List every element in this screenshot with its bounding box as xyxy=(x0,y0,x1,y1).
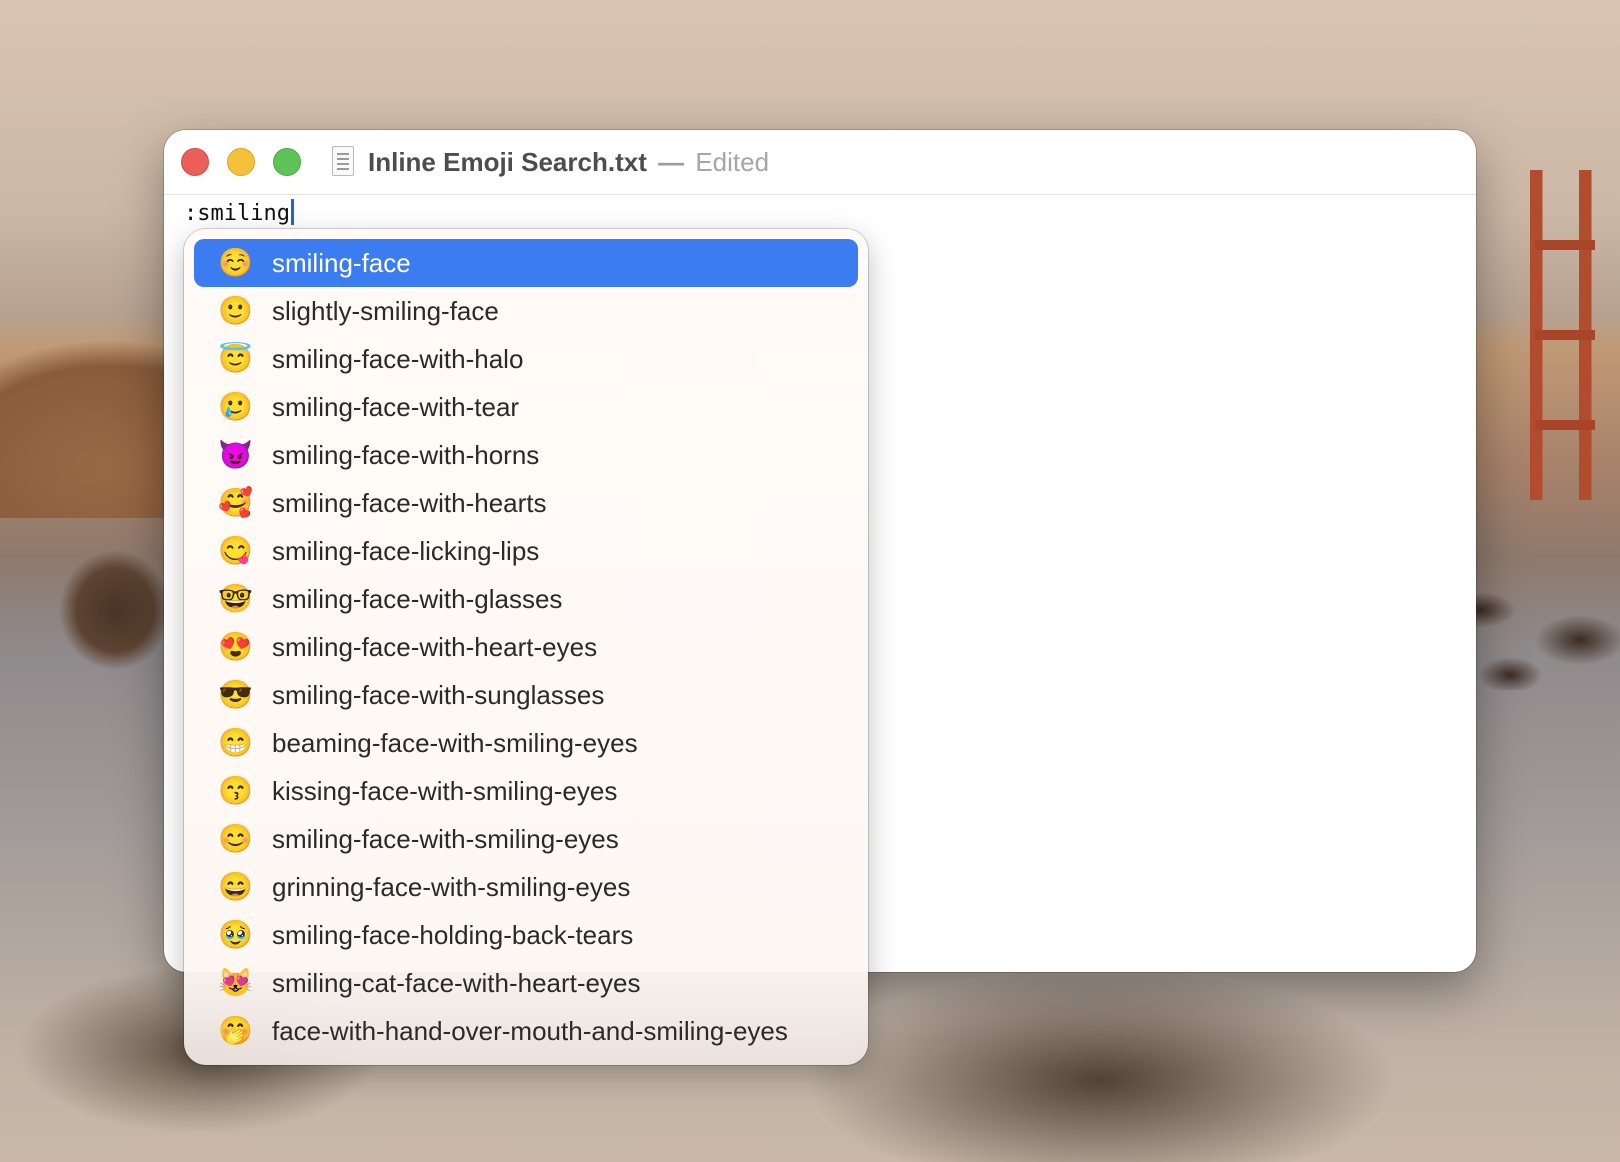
wallpaper-bridge-beam xyxy=(1535,330,1595,340)
suggestion-item[interactable]: 😍 smiling-face-with-heart-eyes xyxy=(194,623,858,671)
editor-text: :smiling xyxy=(184,201,290,226)
emoji-icon: 🥲 xyxy=(218,391,253,422)
minimize-window-button[interactable] xyxy=(227,148,255,176)
suggestion-label: slightly-smiling-face xyxy=(272,296,499,326)
wallpaper-rock xyxy=(45,540,175,680)
emoji-icon: ☺️ xyxy=(218,247,253,278)
emoji-icon: 🤭 xyxy=(218,1015,253,1046)
suggestion-item[interactable]: 🤓 smiling-face-with-glasses xyxy=(194,575,858,623)
suggestion-item[interactable]: 😄 grinning-face-with-smiling-eyes xyxy=(194,863,858,911)
emoji-icon: 🤓 xyxy=(218,583,253,614)
document-icon[interactable] xyxy=(332,146,354,176)
emoji-icon: 😎 xyxy=(218,679,253,710)
suggestion-label: smiling-face-with-heart-eyes xyxy=(272,632,598,662)
emoji-icon: 😍 xyxy=(218,631,253,662)
emoji-icon: 😙 xyxy=(218,775,253,806)
suggestion-label: smiling-face xyxy=(272,248,411,278)
suggestion-label: smiling-face-with-smiling-eyes xyxy=(272,824,619,854)
suggestion-label: smiling-face-with-sunglasses xyxy=(272,680,605,710)
text-caret xyxy=(290,199,294,225)
suggestion-label: smiling-face-with-glasses xyxy=(272,584,563,614)
suggestion-list: ☺️ smiling-face 🙂 slightly-smiling-face 😇 smi… xyxy=(194,239,858,1055)
wallpaper-bridge-beam xyxy=(1535,240,1595,250)
suggestion-item[interactable]: 😙 kissing-face-with-smiling-eyes xyxy=(194,767,858,815)
emoji-icon: 😋 xyxy=(218,535,253,566)
suggestion-item[interactable]: ☺️ smiling-face xyxy=(194,239,858,287)
suggestion-item[interactable]: 🤭 face-with-hand-over-mouth-and-smiling-e… xyxy=(194,1007,858,1055)
suggestion-label: grinning-face-with-smiling-eyes xyxy=(272,872,631,902)
suggestion-label: smiling-face-with-hearts xyxy=(272,488,547,518)
suggestion-label: smiling-face-holding-back-tears xyxy=(272,920,634,950)
document-filename: Inline Emoji Search.txt xyxy=(368,147,647,177)
emoji-icon: 😻 xyxy=(218,967,253,998)
suggestion-item[interactable]: 😻 smiling-cat-face-with-heart-eyes xyxy=(194,959,858,1007)
suggestion-item[interactable]: 😇 smiling-face-with-halo xyxy=(194,335,858,383)
emoji-icon: 😄 xyxy=(218,871,253,902)
suggestion-item[interactable]: 😁 beaming-face-with-smiling-eyes xyxy=(194,719,858,767)
emoji-icon: 🥰 xyxy=(218,487,253,518)
zoom-window-button[interactable] xyxy=(273,148,301,176)
suggestion-label: smiling-face-with-tear xyxy=(272,392,520,422)
text-editor[interactable]: :smiling xyxy=(184,194,1476,234)
suggestion-label: kissing-face-with-smiling-eyes xyxy=(272,776,618,806)
emoji-suggestion-popup: ☺️ smiling-face 🙂 slightly-smiling-face 😇 smi… xyxy=(184,229,868,1065)
suggestion-item[interactable]: 🥲 smiling-face-with-tear xyxy=(194,383,858,431)
suggestion-item[interactable]: 😋 smiling-face-licking-lips xyxy=(194,527,858,575)
suggestion-label: face-with-hand-over-mouth-and-smiling-ey… xyxy=(272,1016,788,1046)
emoji-icon: 😇 xyxy=(218,343,253,374)
edited-status: Edited xyxy=(695,147,770,177)
wallpaper-bridge-beam xyxy=(1535,420,1595,430)
suggestion-label: smiling-face-with-halo xyxy=(272,344,524,374)
suggestion-item[interactable]: 😊 smiling-face-with-smiling-eyes xyxy=(194,815,858,863)
suggestion-item[interactable]: 🥹 smiling-face-holding-back-tears xyxy=(194,911,858,959)
suggestion-item[interactable]: 😈 smiling-face-with-horns xyxy=(194,431,858,479)
emoji-icon: 😁 xyxy=(218,727,253,758)
close-window-button[interactable] xyxy=(181,148,209,176)
suggestion-item[interactable]: 😎 smiling-face-with-sunglasses xyxy=(194,671,858,719)
suggestion-label: smiling-face-licking-lips xyxy=(272,536,540,566)
emoji-icon: 😈 xyxy=(218,439,253,470)
emoji-icon: 😊 xyxy=(218,823,253,854)
suggestion-label: beaming-face-with-smiling-eyes xyxy=(272,728,638,758)
emoji-icon: 🥹 xyxy=(218,919,253,950)
suggestion-item[interactable]: 🥰 smiling-face-with-hearts xyxy=(194,479,858,527)
emoji-icon: 🙂 xyxy=(218,295,253,326)
suggestion-label: smiling-cat-face-with-heart-eyes xyxy=(272,968,641,998)
suggestion-label: smiling-face-with-horns xyxy=(272,440,540,470)
suggestion-item[interactable]: 🙂 slightly-smiling-face xyxy=(194,287,858,335)
title-separator: — xyxy=(658,147,685,177)
title-bar[interactable]: Inline Emoji Search.txt — Edited xyxy=(164,130,1476,195)
window-title[interactable]: Inline Emoji Search.txt — Edited xyxy=(368,146,769,178)
